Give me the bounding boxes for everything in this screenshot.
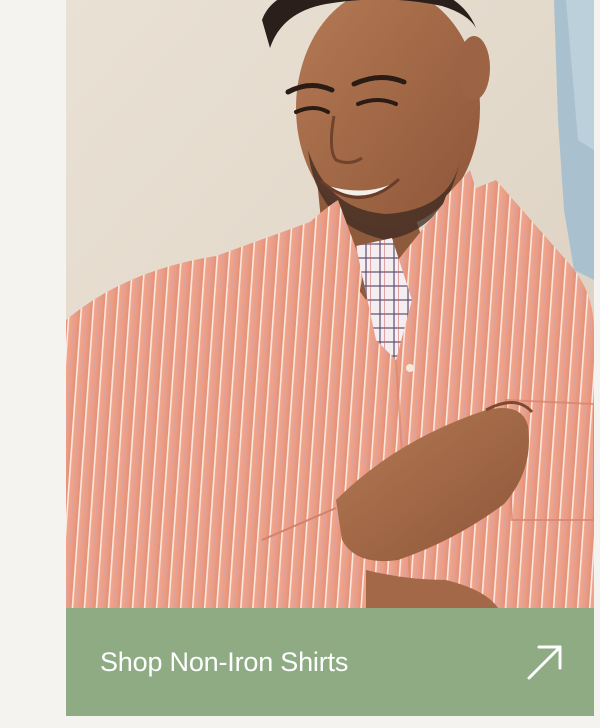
arrow-up-right-icon — [527, 645, 562, 680]
cta-bar[interactable]: Shop Non-Iron Shirts — [66, 608, 594, 716]
cta-label: Shop Non-Iron Shirts — [100, 646, 349, 677]
promo-page: Shop Non-Iron Shirts — [0, 0, 600, 728]
model-photo — [66, 0, 594, 608]
non-iron-shirts-promo-card[interactable]: Shop Non-Iron Shirts — [66, 0, 594, 716]
page-edge — [594, 0, 600, 728]
